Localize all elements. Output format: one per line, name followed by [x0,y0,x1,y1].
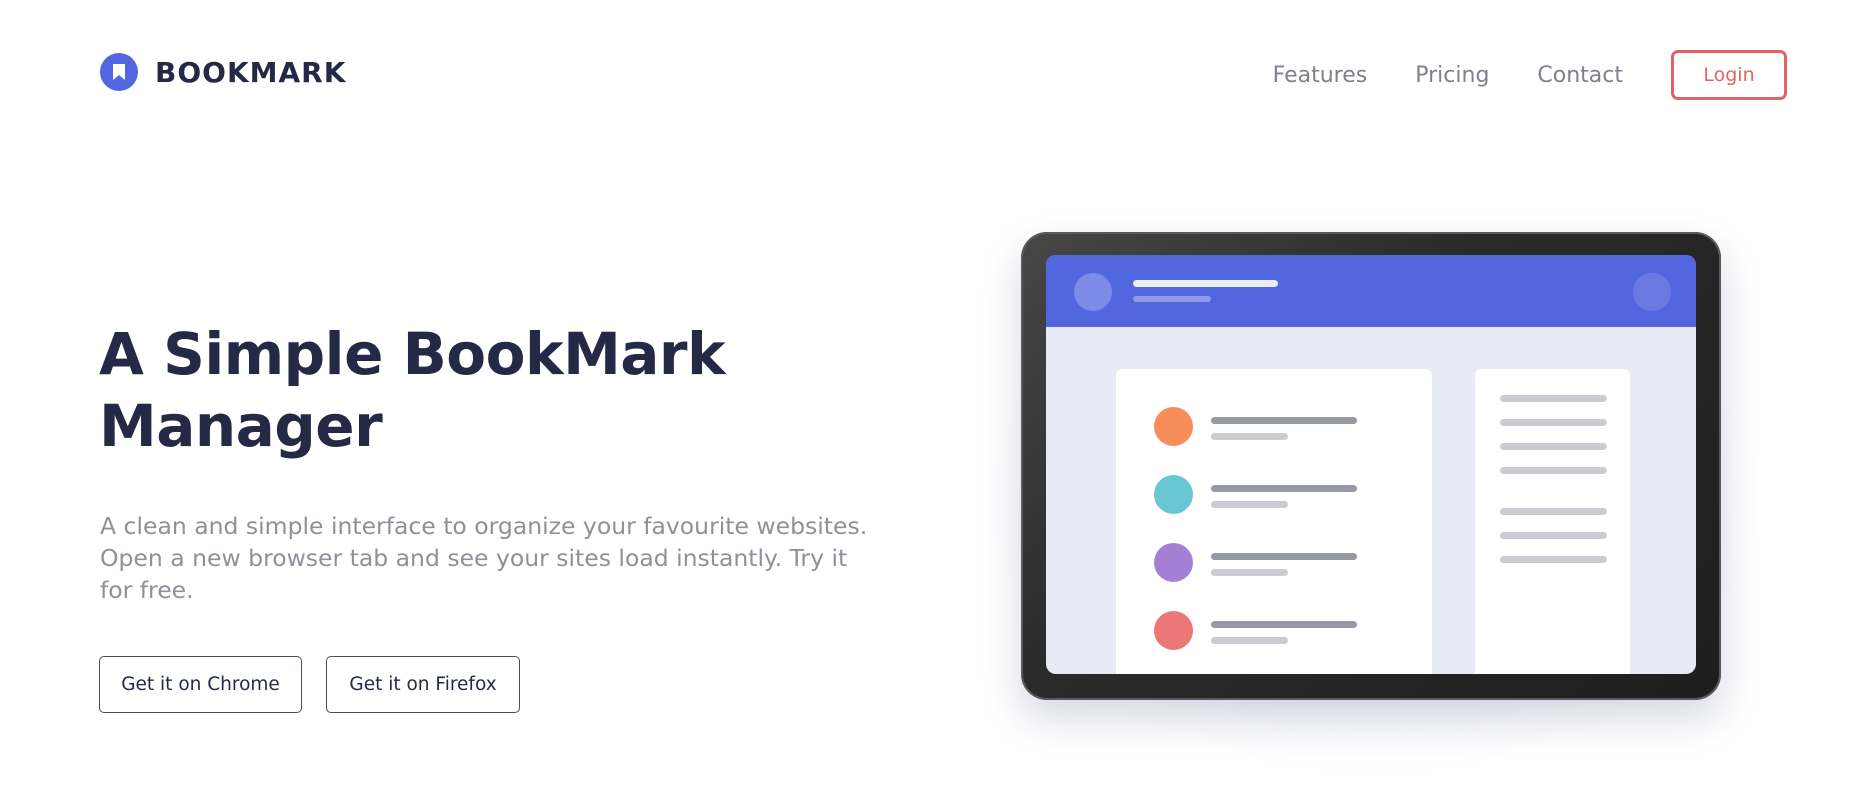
logo[interactable]: BOOKMARK [100,53,346,91]
screen-header [1046,255,1696,327]
sidebar-card [1475,369,1630,674]
list-subline [1211,569,1288,576]
nav-link-features[interactable]: Features [1273,63,1368,88]
sidebar-line [1500,532,1607,539]
sidebar-line [1500,508,1607,515]
list-line [1211,485,1357,492]
bookmark-icon [100,53,138,91]
nav-link-pricing[interactable]: Pricing [1415,63,1489,88]
hero-description: A clean and simple interface to organize… [100,510,920,606]
list-dot [1154,407,1193,446]
list-item [1154,475,1414,515]
list-subline [1211,501,1288,508]
bookmark-list-card [1116,369,1432,674]
hero-description-line-3: for free. [100,576,194,604]
hero-description-line-2: Open a new browser tab and see your site… [100,544,848,572]
list-line [1211,553,1357,560]
list-subline [1211,433,1288,440]
screen-header-line [1133,280,1278,287]
sidebar-line [1500,467,1607,474]
hero-description-line-1: A clean and simple interface to organize… [100,512,868,540]
list-dot [1154,611,1193,650]
sidebar-line [1500,443,1607,450]
list-item [1154,611,1414,651]
list-item [1154,543,1414,583]
sidebar-line [1500,419,1607,426]
list-item [1154,407,1414,447]
nav-link-contact[interactable]: Contact [1537,63,1623,88]
hero-title-line-2: Manager [99,392,383,460]
get-firefox-button[interactable]: Get it on Firefox [326,656,520,713]
hero-title-line-1: A Simple BookMark [99,320,726,388]
get-chrome-button[interactable]: Get it on Chrome [99,656,302,713]
login-button[interactable]: Login [1671,50,1787,100]
tablet-screen [1046,255,1696,674]
list-line [1211,417,1357,424]
list-dot [1154,475,1193,514]
page: BOOKMARK Features Pricing Contact Login … [0,0,1855,790]
logo-text: BOOKMARK [155,55,347,89]
list-line [1211,621,1357,628]
screen-avatar-right [1633,273,1671,311]
list-dot [1154,543,1193,582]
screen-avatar-left [1074,273,1112,311]
list-subline [1211,637,1288,644]
hero-title: A Simple BookMark Manager [99,318,779,462]
cta-buttons: Get it on Chrome Get it on Firefox [99,656,520,713]
sidebar-line [1500,395,1607,402]
main-nav: Features Pricing Contact Login [1273,50,1787,100]
screen-header-subline [1133,296,1211,302]
sidebar-line [1500,556,1607,563]
